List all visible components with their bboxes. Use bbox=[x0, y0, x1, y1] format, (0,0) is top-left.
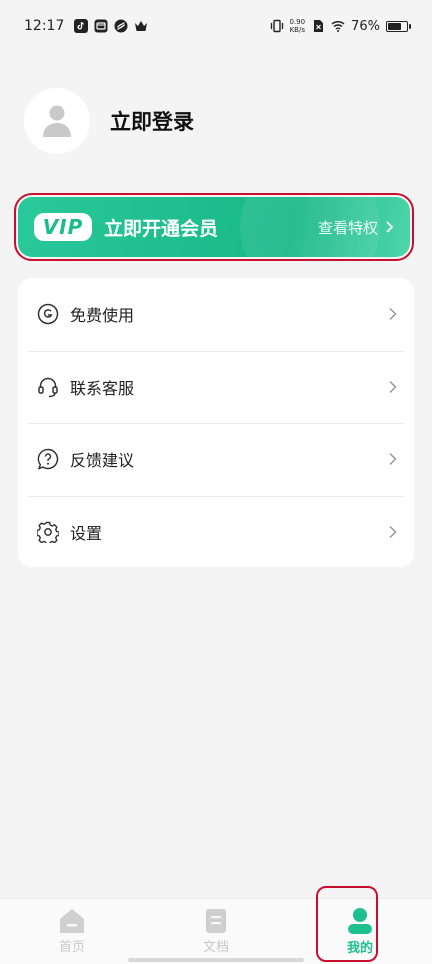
status-bar: 12:17 0.90 KB/s 76% bbox=[0, 0, 432, 52]
menu-item-feedback[interactable]: 反馈建议 bbox=[18, 423, 414, 496]
headset-icon bbox=[36, 375, 60, 399]
swirl-app-icon bbox=[114, 19, 128, 33]
nav-home[interactable]: 首页 bbox=[0, 899, 144, 964]
chevron-right-icon bbox=[389, 380, 397, 393]
battery-fill bbox=[388, 22, 401, 30]
nav-documents[interactable]: 文档 bbox=[144, 899, 288, 964]
home-icon bbox=[60, 909, 84, 933]
nav-mine-highlight-box bbox=[316, 886, 378, 962]
chevron-right-icon bbox=[389, 308, 397, 321]
status-left: 12:17 bbox=[24, 18, 148, 34]
home-indicator[interactable] bbox=[128, 958, 304, 962]
menu-label: 反馈建议 bbox=[70, 451, 135, 471]
menu-item-settings[interactable]: 设置 bbox=[18, 495, 414, 569]
nav-label: 文档 bbox=[202, 940, 229, 955]
user-placeholder-icon bbox=[43, 105, 71, 137]
tiktok-icon bbox=[74, 19, 89, 33]
gear-icon bbox=[36, 520, 60, 544]
vip-title: 立即开通会员 bbox=[104, 217, 219, 240]
menu-item-free-use[interactable]: 免费使用 bbox=[18, 278, 414, 351]
net-speed-value: 0.90 bbox=[289, 18, 306, 26]
login-link[interactable]: 立即登录 bbox=[110, 106, 194, 136]
nav-label: 首页 bbox=[58, 940, 85, 955]
vip-badge: VIP bbox=[34, 213, 92, 241]
battery-percent: 76% bbox=[351, 18, 380, 34]
status-right: 0.90 KB/s 76% bbox=[270, 18, 411, 34]
chevron-right-icon bbox=[389, 453, 397, 466]
avatar[interactable] bbox=[24, 88, 90, 154]
menu-label: 免费使用 bbox=[70, 306, 135, 326]
chevron-right-icon bbox=[389, 525, 397, 538]
crown-icon bbox=[135, 21, 148, 31]
menu-label: 联系客服 bbox=[70, 378, 135, 398]
document-icon bbox=[206, 909, 226, 933]
view-privileges-label: 查看特权 bbox=[317, 218, 378, 237]
net-speed-unit: KB/s bbox=[289, 26, 305, 34]
profile-header[interactable]: 立即登录 bbox=[24, 88, 194, 154]
wifi-icon bbox=[331, 20, 345, 32]
battery-icon bbox=[386, 20, 411, 32]
menu-item-contact-support[interactable]: 联系客服 bbox=[18, 350, 414, 424]
chevron-right-icon bbox=[386, 221, 394, 233]
question-bubble-icon bbox=[36, 447, 60, 471]
vip-highlight-box: VIP 立即开通会员 查看特权 bbox=[14, 193, 414, 261]
vibrate-icon bbox=[270, 19, 283, 33]
app-box-icon bbox=[94, 19, 108, 33]
g-circle-icon bbox=[36, 302, 60, 326]
menu-label: 设置 bbox=[70, 523, 103, 543]
net-speed: 0.90 KB/s bbox=[290, 18, 306, 34]
view-privileges-link[interactable]: 查看特权 bbox=[318, 217, 396, 238]
vip-banner[interactable]: VIP 立即开通会员 查看特权 bbox=[18, 197, 410, 257]
no-sim-icon bbox=[314, 20, 324, 32]
menu-card: 免费使用 联系客服 反馈建议 设置 bbox=[18, 278, 414, 567]
status-time: 12:17 bbox=[24, 18, 65, 34]
